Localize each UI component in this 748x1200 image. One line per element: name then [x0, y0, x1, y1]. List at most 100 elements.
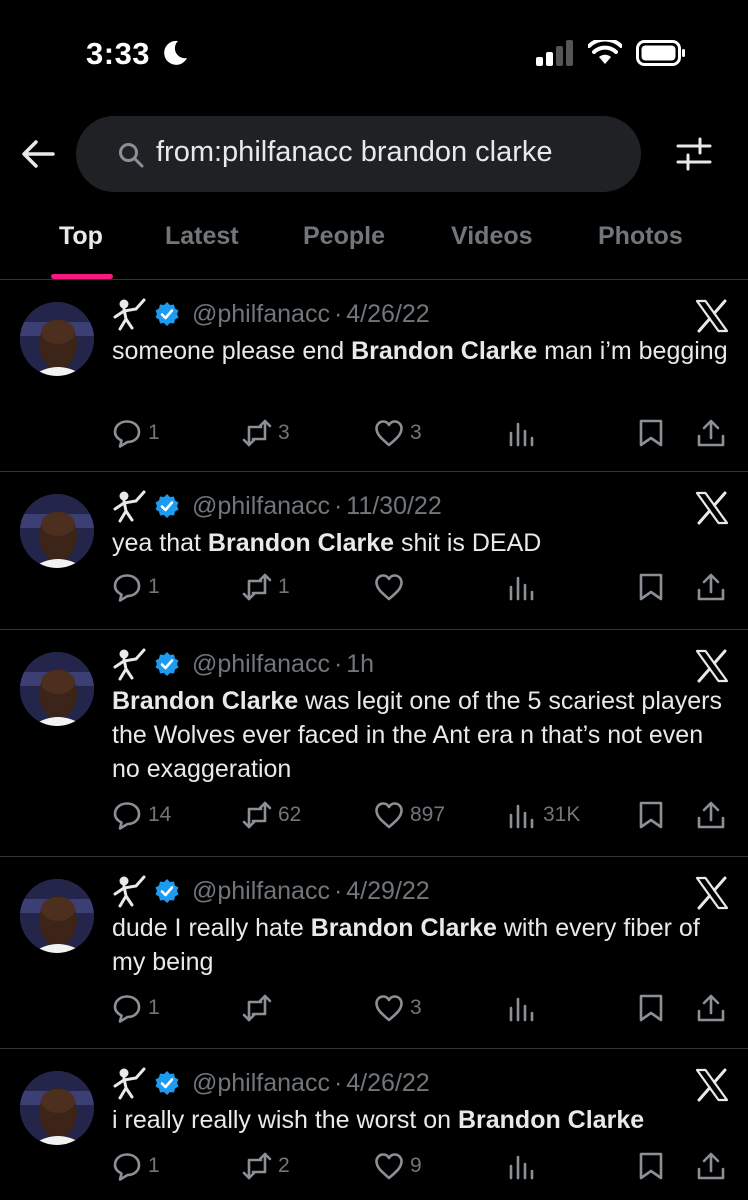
x-logo-icon[interactable]: [694, 490, 730, 526]
reply-button[interactable]: 14: [112, 798, 171, 832]
tab-people[interactable]: People: [303, 222, 385, 251]
retweet-button[interactable]: [242, 991, 278, 1025]
fencer-emoji-icon: [113, 1067, 146, 1100]
reply-button[interactable]: 1: [112, 570, 160, 604]
retweet-button[interactable]: 3: [242, 416, 290, 450]
tweet-header: @philfanacc · 11/30/22: [112, 490, 442, 523]
tweet-handle[interactable]: @philfanacc: [192, 492, 330, 521]
reply-button[interactable]: 1: [112, 416, 160, 450]
tweet[interactable]: @philfanacc · 11/30/22 yea that Brandon …: [0, 472, 748, 630]
tab-videos[interactable]: Videos: [451, 222, 533, 251]
views-button[interactable]: [507, 991, 543, 1025]
bookmark-button[interactable]: [636, 991, 666, 1025]
verified-badge-icon: [155, 494, 179, 518]
tweet-handle[interactable]: @philfanacc: [192, 300, 330, 329]
avatar[interactable]: [20, 652, 94, 726]
views-button[interactable]: 31K: [507, 798, 580, 832]
like-count: 9: [410, 1154, 422, 1177]
bookmark-button[interactable]: [636, 798, 666, 832]
share-icon: [697, 419, 725, 447]
views-icon: [509, 422, 534, 447]
share-button[interactable]: [696, 798, 726, 832]
tweet-date[interactable]: 4/26/22: [346, 300, 429, 329]
retweet-icon: [242, 419, 272, 447]
like-button[interactable]: [374, 570, 410, 604]
tweet-handle[interactable]: @philfanacc: [192, 650, 330, 679]
tweet-actions: 1 3: [112, 991, 736, 1025]
search-query[interactable]: from:philfanacc brandon clarke: [156, 136, 553, 169]
x-logo-icon[interactable]: [694, 875, 730, 911]
bookmark-button[interactable]: [636, 1149, 666, 1183]
reply-count: 1: [148, 996, 160, 1019]
retweet-button[interactable]: 62: [242, 798, 301, 832]
share-button[interactable]: [696, 991, 726, 1025]
signal-icon: [536, 40, 573, 66]
tweet-date[interactable]: 11/30/22: [346, 492, 441, 521]
tweet-text: yea that Brandon Clarke shit is DEAD: [112, 529, 542, 557]
moon-icon: [164, 40, 187, 65]
bookmark-button[interactable]: [636, 570, 666, 604]
reply-button[interactable]: 1: [112, 991, 160, 1025]
avatar[interactable]: [20, 1071, 94, 1145]
tweet[interactable]: @philfanacc · 4/26/22 i really really wi…: [0, 1049, 748, 1200]
tab-top[interactable]: Top: [59, 222, 103, 251]
active-tab-indicator: [51, 274, 113, 279]
x-logo-icon[interactable]: [694, 648, 730, 684]
share-button[interactable]: [696, 416, 726, 450]
views-button[interactable]: [507, 416, 543, 450]
bookmark-icon: [639, 994, 663, 1022]
tweet[interactable]: @philfanacc · 1h Brandon Clarke was legi…: [0, 630, 748, 857]
share-button[interactable]: [696, 570, 726, 604]
like-button[interactable]: 9: [374, 1149, 422, 1183]
fencer-emoji-icon: [113, 298, 146, 331]
tab-latest[interactable]: Latest: [165, 222, 239, 251]
avatar[interactable]: [20, 879, 94, 953]
reply-count: 1: [148, 421, 160, 444]
tweet[interactable]: @philfanacc · 4/29/22 dude I really hate…: [0, 857, 748, 1049]
like-button[interactable]: 3: [374, 416, 422, 450]
tweet-actions: 14 62 897 31K: [112, 798, 736, 832]
like-button[interactable]: 897: [374, 798, 445, 832]
retweet-count: 62: [278, 803, 302, 826]
retweet-icon: [242, 1152, 272, 1180]
bookmark-icon: [639, 419, 663, 447]
battery-icon: [636, 40, 685, 66]
views-button[interactable]: [507, 1149, 543, 1183]
separator-dot: ·: [333, 491, 343, 520]
tweet-date[interactable]: 4/29/22: [346, 877, 429, 906]
tweet-actions: 1 2 9: [112, 1149, 736, 1183]
filter-icon[interactable]: [674, 134, 714, 174]
like-icon: [375, 574, 403, 601]
share-button[interactable]: [696, 1149, 726, 1183]
tweet-date[interactable]: 4/26/22: [346, 1069, 429, 1098]
views-button[interactable]: [507, 570, 543, 604]
separator-dot: ·: [333, 299, 343, 328]
tweet-date[interactable]: 1h: [346, 650, 374, 679]
retweet-button[interactable]: 1: [242, 570, 290, 604]
retweet-button[interactable]: 2: [242, 1149, 290, 1183]
fencer-emoji-icon: [113, 490, 146, 523]
x-logo-icon[interactable]: [694, 298, 730, 334]
tweet[interactable]: @philfanacc · 4/26/22 someone please end…: [0, 280, 748, 472]
tweet-actions: 1 1: [112, 570, 736, 604]
tweet-header: @philfanacc · 1h: [112, 648, 374, 681]
bookmark-button[interactable]: [636, 416, 666, 450]
reply-button[interactable]: 1: [112, 1149, 160, 1183]
reply-count: 1: [148, 575, 160, 598]
tweet-text: Brandon Clarke was legit one of the 5 sc…: [112, 687, 722, 783]
separator-dot: ·: [333, 649, 343, 678]
avatar[interactable]: [20, 302, 94, 376]
reply-count: 1: [148, 1154, 160, 1177]
x-logo-icon[interactable]: [694, 1067, 730, 1103]
tweet-handle[interactable]: @philfanacc: [192, 1069, 330, 1098]
avatar[interactable]: [20, 494, 94, 568]
bookmark-icon: [639, 801, 663, 829]
retweet-icon: [242, 994, 272, 1022]
like-button[interactable]: 3: [374, 991, 422, 1025]
status-time: 3:33: [86, 36, 151, 71]
tweet-handle[interactable]: @philfanacc: [192, 877, 330, 906]
tab-photos[interactable]: Photos: [598, 222, 683, 251]
search-field[interactable]: from:philfanacc brandon clarke: [76, 116, 641, 192]
bookmark-icon: [639, 573, 663, 601]
back-arrow-icon[interactable]: [20, 136, 56, 172]
